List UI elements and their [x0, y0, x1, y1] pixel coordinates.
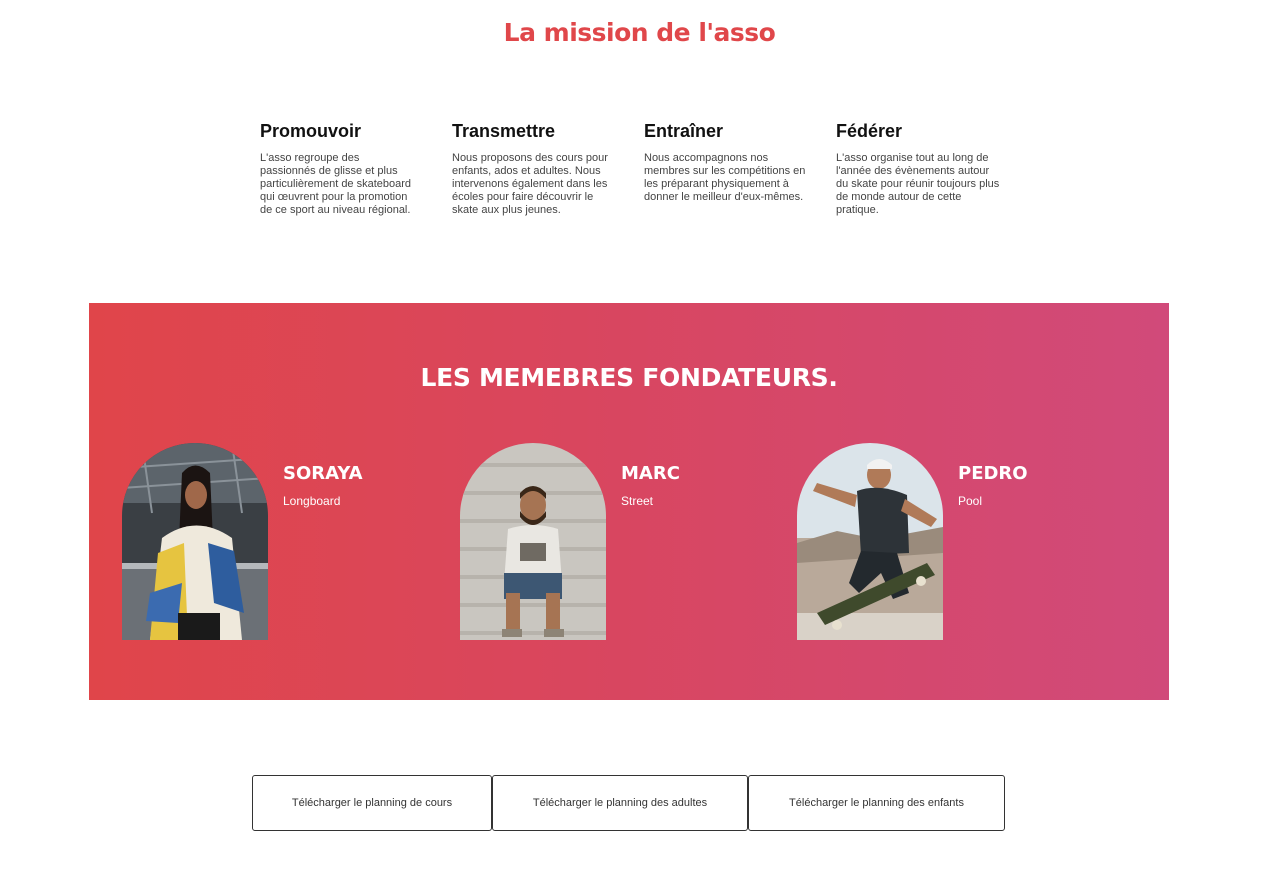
member-photo: [797, 443, 943, 640]
skater-portrait-image: [460, 443, 606, 640]
pillar-text: L'asso organise tout au long de l'année …: [836, 152, 1000, 216]
skater-action-image: [797, 443, 943, 640]
download-planning-adults-button[interactable]: Télécharger le planning des adultes: [492, 775, 748, 831]
member-discipline: Street: [621, 494, 654, 508]
skater-portrait-image: [122, 443, 268, 640]
download-planning-children-button[interactable]: Télécharger le planning des enfants: [748, 775, 1005, 831]
pillar-entrainer: Entraîner Nous accompagnons nos membres …: [644, 121, 806, 204]
member-card-marc: MARC Street: [460, 443, 790, 640]
pillar-text: Nous accompagnons nos membres sur les co…: [644, 152, 806, 203]
member-name: PEDRO: [958, 463, 1028, 484]
pillar-federer: Fédérer L'asso organise tout au long de …: [836, 121, 999, 217]
member-name: SORAYA: [283, 463, 363, 484]
pillar-text: L'asso regroupe des passionnés de glisse…: [260, 152, 412, 216]
pillar-title: Fédérer: [836, 121, 903, 141]
pillar-title: Transmettre: [452, 121, 556, 141]
member-photo: [122, 443, 268, 640]
download-planning-courses-button[interactable]: Télécharger le planning de cours: [252, 775, 492, 831]
mission-title: La mission de l'asso: [503, 18, 776, 47]
pillar-title: Promouvoir: [260, 121, 362, 141]
member-card-soraya: SORAYA Longboard: [122, 443, 452, 640]
member-name: MARC: [621, 463, 680, 484]
member-discipline: Pool: [958, 494, 983, 508]
pillar-title: Entraîner: [644, 121, 724, 141]
founders-section: LES MEMEBRES FONDATEURS. SORAYA Longboar…: [89, 303, 1169, 700]
pillar-promouvoir: Promouvoir L'asso regroupe des passionné…: [260, 121, 420, 217]
member-photo: [460, 443, 606, 640]
pillar-transmettre: Transmettre Nous proposons des cours pou…: [452, 121, 612, 217]
member-card-pedro: PEDRO Pool: [797, 443, 1127, 640]
member-discipline: Longboard: [283, 494, 341, 508]
founders-title: LES MEMEBRES FONDATEURS.: [420, 363, 838, 392]
pillar-text: Nous proposons des cours pour enfants, a…: [452, 152, 608, 216]
